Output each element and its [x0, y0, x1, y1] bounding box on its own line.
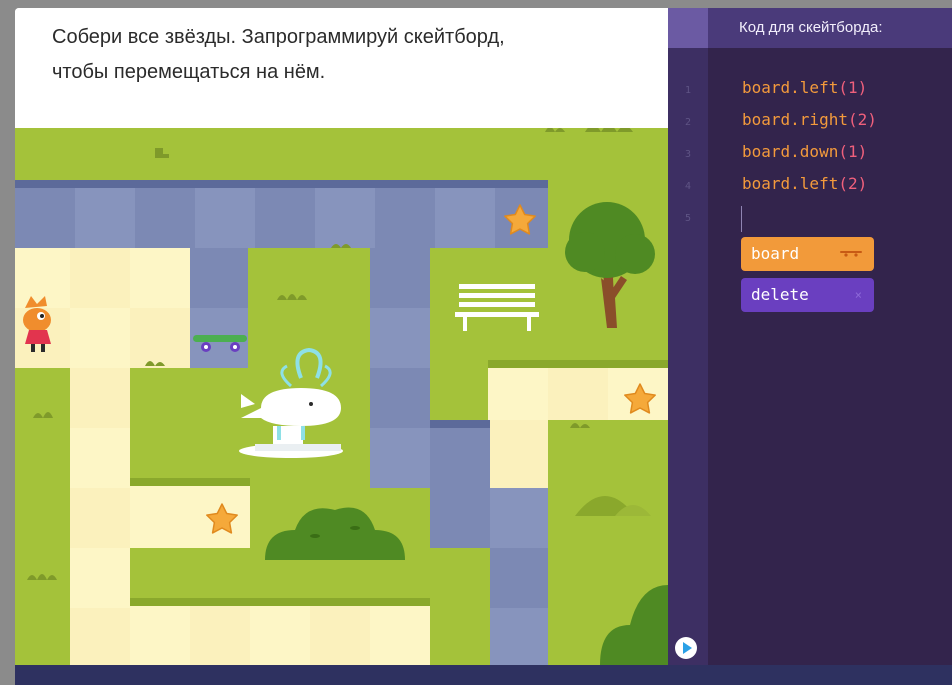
gutter-header [668, 8, 708, 48]
line-number: 1 [684, 85, 692, 96]
task-line-2: чтобы перемещаться на нём. [52, 61, 326, 83]
code-line[interactable]: board.down(1) [742, 142, 867, 161]
task-text: Собери все звёзды. Запрограммируй скейтб… [52, 20, 612, 90]
snippet-label: delete [751, 285, 809, 304]
editor-title: Код для скейтборда: [739, 19, 883, 36]
line-number-gutter: 1 2 3 4 5 [668, 8, 708, 665]
code-method: right [799, 110, 848, 129]
code-object: board. [742, 78, 800, 97]
code-object: board. [742, 142, 800, 161]
close-icon: × [854, 288, 862, 302]
code-object: board. [742, 110, 800, 129]
code-method: down [799, 142, 839, 161]
bottom-bar [15, 665, 952, 685]
game-frame: Собери все звёзды. Запрограммируй скейтб… [15, 8, 952, 685]
code-object: board. [742, 174, 800, 193]
delete-snippet-button[interactable]: delete × [741, 278, 874, 312]
editor-header: Код для скейтборда: [708, 8, 952, 48]
code-line[interactable]: board.right(2) [742, 110, 877, 129]
code-argument: (1) [838, 142, 868, 161]
code-argument: (2) [838, 174, 868, 193]
line-number: 5 [684, 213, 692, 224]
code-line[interactable]: board.left(2) [742, 174, 867, 193]
text-cursor [741, 206, 742, 232]
task-line-1: Собери все звёзды. Запрограммируй скейтб… [52, 26, 505, 48]
line-number: 3 [684, 149, 692, 160]
code-method: left [799, 78, 839, 97]
code-editor[interactable]: Код для скейтборда: board.left(1) board.… [708, 8, 952, 665]
code-line[interactable]: board.left(1) [742, 78, 867, 97]
line-number: 4 [684, 181, 692, 192]
code-method: left [799, 174, 839, 193]
code-argument: (1) [838, 78, 868, 97]
code-argument: (2) [847, 110, 877, 129]
board-snippet-button[interactable]: board [741, 237, 874, 271]
skateboard-icon [840, 237, 862, 271]
task-panel: Собери все звёзды. Запрограммируй скейтб… [15, 8, 668, 128]
line-number: 2 [684, 117, 692, 128]
run-button[interactable] [675, 637, 697, 659]
snippet-label: board [751, 244, 800, 263]
